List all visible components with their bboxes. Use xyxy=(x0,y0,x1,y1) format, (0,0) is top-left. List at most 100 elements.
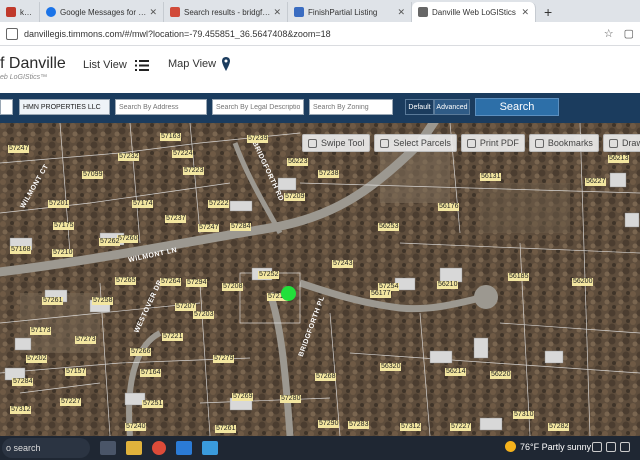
parcel-label[interactable]: 57262 xyxy=(99,238,121,246)
parcel-label[interactable]: 56214 xyxy=(445,368,467,376)
parcel-label[interactable]: 57209 xyxy=(284,193,306,201)
parcel-label[interactable]: 57266 xyxy=(130,348,152,356)
store-icon[interactable] xyxy=(176,441,192,455)
browser-tab[interactable]: Search results - bridgforth rd ✕ xyxy=(164,2,288,22)
browser-tab[interactable]: k of Aug xyxy=(0,2,40,22)
parcel-label[interactable]: 57221 xyxy=(162,333,184,341)
parcel-label[interactable]: 57203 xyxy=(193,311,215,319)
parcel-label[interactable]: 57207 xyxy=(175,303,197,311)
parcel-label[interactable]: 56210 xyxy=(437,281,459,289)
parcel-label[interactable]: 57224 xyxy=(172,150,194,158)
chrome-icon[interactable] xyxy=(152,441,166,455)
network-icon[interactable] xyxy=(606,442,616,452)
close-icon[interactable]: ✕ xyxy=(149,7,157,18)
swipe-tool-button[interactable]: Swipe Tool xyxy=(302,134,371,152)
parcel-label[interactable]: 57284 xyxy=(12,378,34,386)
parcel-label[interactable]: 57247 xyxy=(8,145,30,153)
parcel-label[interactable]: 57310 xyxy=(513,411,535,419)
parcel-label[interactable]: 57252 xyxy=(258,271,280,279)
parcel-label[interactable]: 57163 xyxy=(160,133,182,141)
select-parcels-button[interactable]: Select Parcels xyxy=(374,134,457,152)
parcel-label[interactable]: 57099 xyxy=(82,171,104,179)
parcel-label[interactable]: 57294 xyxy=(186,279,208,287)
parcel-label[interactable]: 56227 xyxy=(585,178,607,186)
parcel-label[interactable]: 57208 xyxy=(222,283,244,291)
parcel-label[interactable]: 56223 xyxy=(287,158,309,166)
parcel-label[interactable]: 56185 xyxy=(508,273,530,281)
parcel-label[interactable]: 56177 xyxy=(370,290,392,298)
parcel-label[interactable]: 57173 xyxy=(30,327,52,335)
parcel-label[interactable]: 57312 xyxy=(400,423,422,431)
parcel-label[interactable]: 57268 xyxy=(315,373,337,381)
parcel-label[interactable]: 57282 xyxy=(548,423,570,431)
parcel-label[interactable]: 57261 xyxy=(215,425,237,433)
browser-tab[interactable]: Google Messages for web: Conv ✕ xyxy=(40,2,164,22)
owner-search-input[interactable] xyxy=(19,99,110,115)
parcel-label[interactable]: 57174 xyxy=(132,200,154,208)
close-icon[interactable]: ✕ xyxy=(521,7,529,18)
bookmarks-button[interactable]: Bookmarks xyxy=(528,134,599,152)
parcel-label[interactable]: 57283 xyxy=(348,421,370,429)
parcel-label[interactable]: 57227 xyxy=(450,423,472,431)
parcel-label[interactable]: 57240 xyxy=(125,423,147,431)
parcel-label[interactable]: 57251 xyxy=(142,400,164,408)
parcel-label[interactable]: 56131 xyxy=(480,173,502,181)
map-view-button[interactable]: Map View xyxy=(168,57,231,71)
address-search-input[interactable] xyxy=(115,99,207,115)
parcel-label[interactable]: 56176 xyxy=(438,203,460,211)
parcel-label[interactable]: 57238 xyxy=(318,170,340,178)
volume-icon[interactable] xyxy=(620,442,630,452)
parcel-label[interactable]: 56320 xyxy=(380,363,402,371)
print-pdf-button[interactable]: Print PDF xyxy=(460,134,525,152)
parcel-label[interactable]: 57264 xyxy=(160,278,182,286)
url-field[interactable]: danvillegis.timmons.com/#/mwl?location=-… xyxy=(24,29,594,39)
parcel-label[interactable]: 57312 xyxy=(10,406,32,414)
parcel-label[interactable]: 57261 xyxy=(42,297,64,305)
parcel-label[interactable]: 57222 xyxy=(208,200,230,208)
parcel-label[interactable]: 57284 xyxy=(230,223,252,231)
parcel-label[interactable]: 57168 xyxy=(10,246,32,254)
chevron-up-icon[interactable] xyxy=(592,442,602,452)
close-icon[interactable]: ✕ xyxy=(273,7,281,18)
list-view-button[interactable]: List View xyxy=(83,59,149,71)
parcel-label[interactable]: 57239 xyxy=(247,135,269,143)
parcel-label[interactable]: 57258 xyxy=(92,297,114,305)
zoning-search-input[interactable] xyxy=(309,99,393,115)
profile-icon[interactable]: ▢ xyxy=(624,27,634,40)
parcel-label[interactable]: 57280 xyxy=(280,395,302,403)
mail-icon[interactable] xyxy=(202,441,218,455)
task-view-icon[interactable] xyxy=(100,441,116,455)
parcel-label[interactable]: 57232 xyxy=(118,153,140,161)
weather-widget[interactable]: 76°F Partly sunny xyxy=(505,441,591,452)
parcel-label[interactable]: 56200 xyxy=(572,278,594,286)
draw-button[interactable]: Draw xyxy=(602,134,640,152)
new-tab-button[interactable]: + xyxy=(536,2,560,22)
file-explorer-icon[interactable] xyxy=(126,441,142,455)
parcel-label[interactable]: 57202 xyxy=(26,355,48,363)
close-icon[interactable]: ✕ xyxy=(397,7,405,18)
parcel-label[interactable]: 57223 xyxy=(183,167,205,175)
parcel-label[interactable]: 57247 xyxy=(198,224,220,232)
parcel-label[interactable]: 57269 xyxy=(232,393,254,401)
search-button[interactable]: Search xyxy=(475,98,559,116)
parcel-label[interactable]: 57157 xyxy=(65,368,87,376)
parcel-label[interactable]: 57243 xyxy=(332,260,354,268)
parcel-label[interactable]: 57164 xyxy=(140,369,162,377)
selected-location-marker[interactable] xyxy=(281,286,296,301)
bookmark-star-icon[interactable]: ☆ xyxy=(604,27,614,40)
parcel-label[interactable]: 57273 xyxy=(75,336,97,344)
taskbar-search[interactable]: o search xyxy=(2,438,90,458)
aerial-map[interactable]: WILMONT LN WILMONT CT BRIDGFORTH RD BRID… xyxy=(0,123,640,436)
parcel-label[interactable]: 57265 xyxy=(115,277,137,285)
search-owner-partial-field[interactable] xyxy=(0,99,13,115)
parcel-label[interactable]: 56213 xyxy=(608,155,630,163)
parcel-label[interactable]: 57201 xyxy=(48,200,70,208)
parcel-label[interactable]: 57210 xyxy=(52,249,74,257)
browser-tab[interactable]: FinishPartial Listing ✕ xyxy=(288,2,412,22)
parcel-label[interactable]: 57279 xyxy=(213,355,235,363)
parcel-label[interactable]: 56220 xyxy=(490,371,512,379)
parcel-label[interactable]: 57175 xyxy=(53,222,75,230)
browser-tab-active[interactable]: Danville Web LoGIStics ✕ xyxy=(412,2,536,22)
site-info-icon[interactable] xyxy=(6,27,18,40)
advanced-search-toggle[interactable]: Advanced xyxy=(434,99,470,115)
